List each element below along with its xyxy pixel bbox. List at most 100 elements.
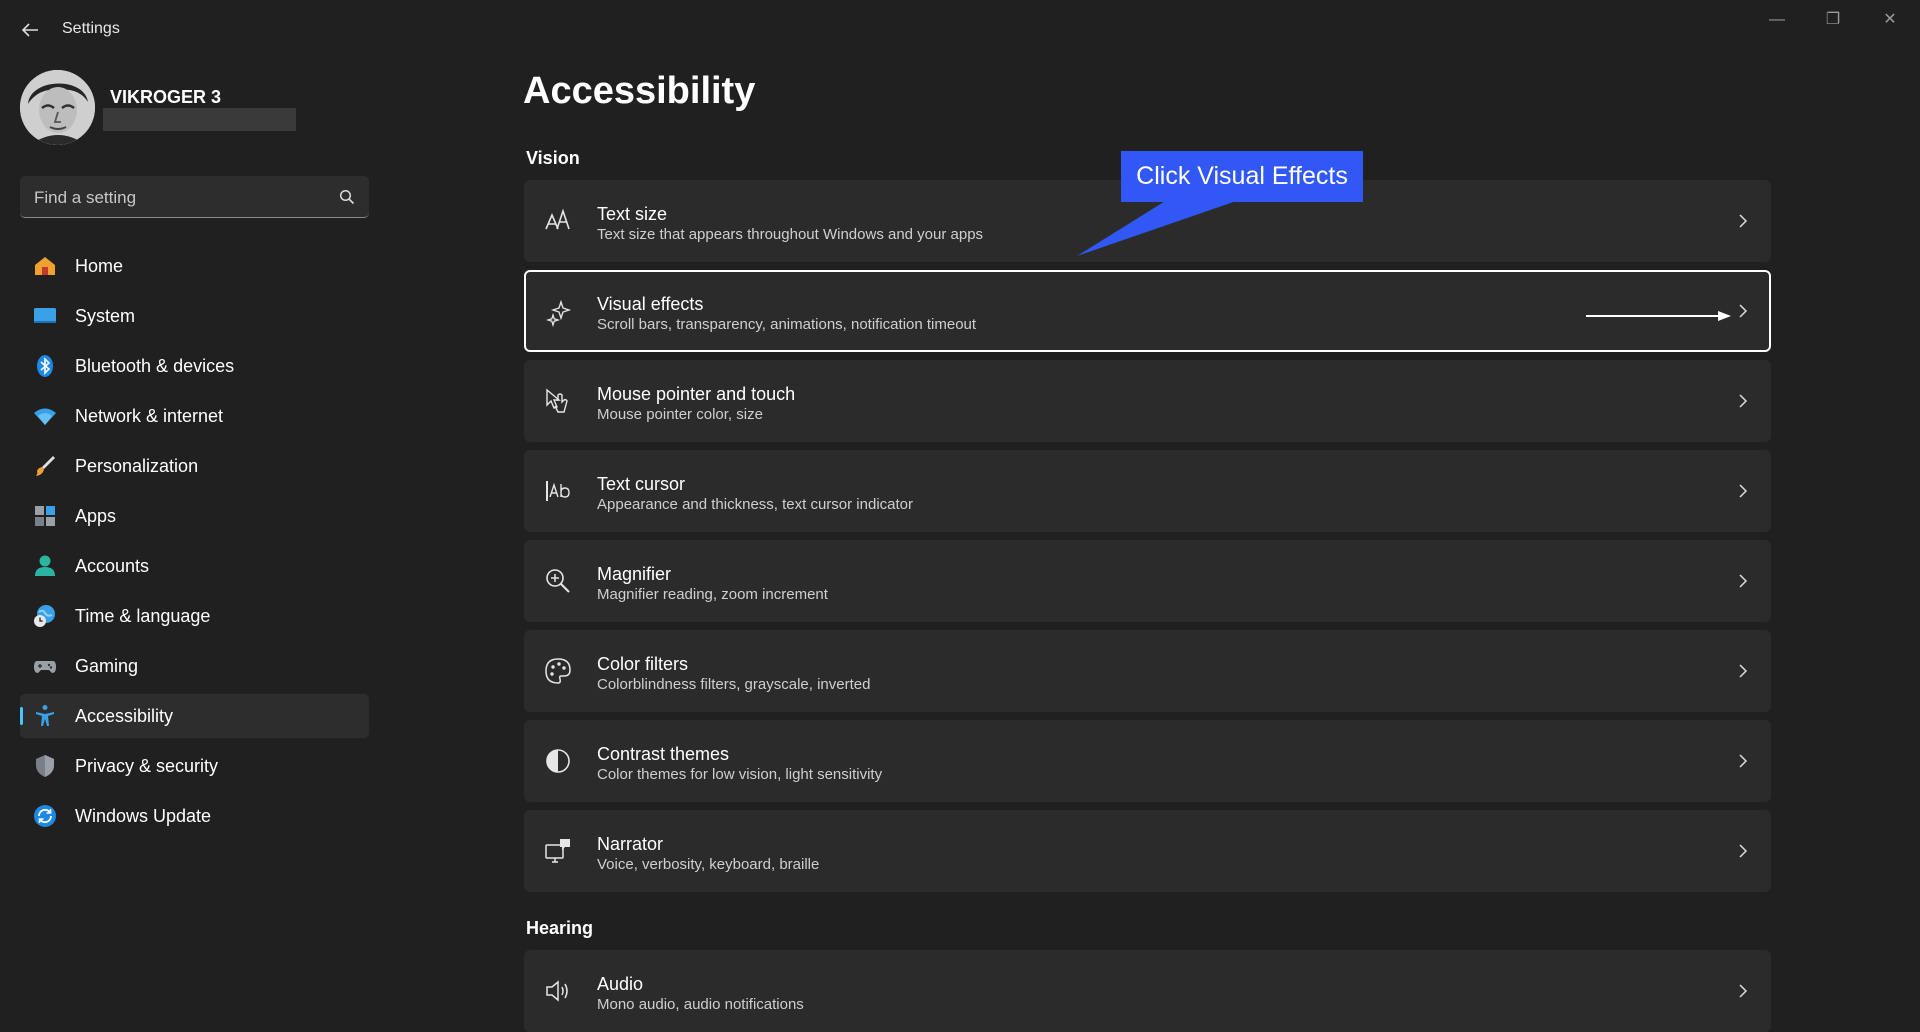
user-name: VIKROGER 3 <box>110 87 222 107</box>
chevron-right-icon <box>1739 984 1748 998</box>
back-arrow-icon <box>21 23 38 37</box>
sidebar-item-label: Home <box>75 256 124 276</box>
section-vision: Vision <box>526 148 580 168</box>
palette-icon <box>545 658 571 684</box>
active-indicator <box>20 707 23 725</box>
card-subtitle: Color themes for low vision, light sensi… <box>597 766 883 783</box>
search-icon <box>339 189 355 205</box>
wifi-icon <box>34 408 56 425</box>
sidebar-item-windows-update[interactable]: Windows Update <box>20 794 369 838</box>
section-hearing: Hearing <box>526 918 594 938</box>
sidebar-item-label: Network & internet <box>75 406 224 426</box>
chevron-right-icon <box>1739 844 1748 858</box>
page-title: Accessibility <box>523 70 756 112</box>
contrast-icon <box>546 749 570 773</box>
home-icon <box>35 257 55 275</box>
globe-clock-icon <box>34 605 55 627</box>
sidebar-item-bluetooth[interactable]: Bluetooth & devices <box>20 344 369 388</box>
text-cursor-card[interactable]: Text cursor Appearance and thickness, te… <box>524 450 1771 532</box>
narrator-card[interactable]: Narrator Voice, verbosity, keyboard, bra… <box>524 810 1771 892</box>
sidebar-item-accessibility[interactable]: Accessibility <box>20 694 369 738</box>
sidebar-item-label: Accounts <box>75 556 150 576</box>
chevron-right-icon <box>1739 574 1748 588</box>
card-title: Narrator <box>597 834 664 854</box>
sidebar-item-accounts[interactable]: Accounts <box>20 544 369 588</box>
restore-button[interactable]: ❐ <box>1813 8 1853 32</box>
sidebar-item-label: Personalization <box>75 456 199 476</box>
chevron-right-icon <box>1739 214 1748 228</box>
apps-icon <box>35 506 55 526</box>
card-title: Color filters <box>597 654 689 674</box>
minimize-button[interactable]: — <box>1757 8 1797 32</box>
chevron-right-icon <box>1739 394 1748 408</box>
chevron-right-icon <box>1739 304 1748 318</box>
speaker-icon <box>546 980 568 1002</box>
narrator-icon <box>545 839 570 863</box>
sidebar-item-time-language[interactable]: Time & language <box>20 594 369 638</box>
close-button[interactable]: ✕ <box>1870 8 1910 32</box>
mouse-pointer-card[interactable]: Mouse pointer and touch Mouse pointer co… <box>524 360 1771 442</box>
sidebar-item-gaming[interactable]: Gaming <box>20 644 369 688</box>
visual-effects-card[interactable]: Visual effects Scroll bars, transparency… <box>524 270 1771 352</box>
card-subtitle: Mouse pointer color, size <box>597 406 763 423</box>
window-title: Settings <box>62 20 120 37</box>
card-subtitle: Appearance and thickness, text cursor in… <box>597 496 914 513</box>
chevron-right-icon <box>1739 664 1748 678</box>
text-cursor-icon <box>546 481 570 501</box>
sidebar-item-label: Apps <box>75 506 117 526</box>
tutorial-callout: Click Visual Effects <box>1121 151 1363 202</box>
accessibility-icon <box>36 705 54 726</box>
sidebar-item-system[interactable]: System <box>20 294 369 338</box>
chevron-right-icon <box>1739 754 1748 768</box>
avatar <box>20 70 95 145</box>
user-email-redacted <box>103 108 296 131</box>
card-subtitle: Text size that appears throughout Window… <box>597 226 984 243</box>
card-title: Magnifier <box>597 564 672 584</box>
chevron-right-icon <box>1739 484 1748 498</box>
sidebar-item-label: Accessibility <box>75 706 174 726</box>
magnifier-icon <box>546 569 570 593</box>
card-title: Contrast themes <box>597 744 730 764</box>
card-subtitle: Voice, verbosity, keyboard, braille <box>597 856 820 873</box>
card-subtitle: Mono audio, audio notifications <box>597 996 804 1013</box>
contrast-themes-card[interactable]: Contrast themes Color themes for low vis… <box>524 720 1771 802</box>
card-subtitle: Colorblindness filters, grayscale, inver… <box>597 676 871 693</box>
sidebar-item-network[interactable]: Network & internet <box>20 394 369 438</box>
accounts-icon <box>35 555 55 576</box>
sidebar-item-privacy[interactable]: Privacy & security <box>20 744 369 788</box>
brush-icon <box>36 456 55 476</box>
sparkle-icon <box>546 299 572 327</box>
shield-icon <box>36 755 54 777</box>
sidebar-item-label: Privacy & security <box>75 756 219 776</box>
back-button[interactable] <box>18 18 42 42</box>
card-title: Text size <box>597 204 668 224</box>
sidebar-item-home[interactable]: Home <box>20 244 369 288</box>
card-subtitle: Scroll bars, transparency, animations, n… <box>597 316 977 333</box>
card-subtitle: Magnifier reading, zoom increment <box>597 586 828 603</box>
search-input[interactable]: Find a setting <box>20 176 369 218</box>
pointer-arrow-icon <box>1586 311 1731 321</box>
sidebar-item-label: Windows Update <box>75 806 212 826</box>
mouse-pointer-icon <box>546 388 568 413</box>
sidebar-item-apps[interactable]: Apps <box>20 494 369 538</box>
card-title: Visual effects <box>597 294 704 314</box>
sidebar-item-label: Time & language <box>75 606 211 626</box>
text-size-icon <box>545 208 570 230</box>
card-title: Audio <box>597 974 644 994</box>
sidebar-item-label: Gaming <box>75 656 139 676</box>
gamepad-icon <box>34 661 56 673</box>
system-icon <box>34 308 56 323</box>
title-bar: Settings — ❐ ✕ <box>0 0 1920 60</box>
color-filters-card[interactable]: Color filters Colorblindness filters, gr… <box>524 630 1771 712</box>
card-title: Mouse pointer and touch <box>597 384 796 404</box>
bluetooth-icon <box>37 355 53 377</box>
magnifier-card[interactable]: Magnifier Magnifier reading, zoom increm… <box>524 540 1771 622</box>
update-icon <box>34 805 56 827</box>
callout-pointer <box>1077 198 1245 256</box>
sidebar-nav: Home System Bluetooth & devices Network … <box>20 244 369 844</box>
sidebar-item-label: System <box>75 306 136 326</box>
sidebar-item-personalization[interactable]: Personalization <box>20 444 369 488</box>
card-title: Text cursor <box>597 474 686 494</box>
sidebar-item-label: Bluetooth & devices <box>75 356 235 376</box>
search-placeholder: Find a setting <box>34 188 137 207</box>
